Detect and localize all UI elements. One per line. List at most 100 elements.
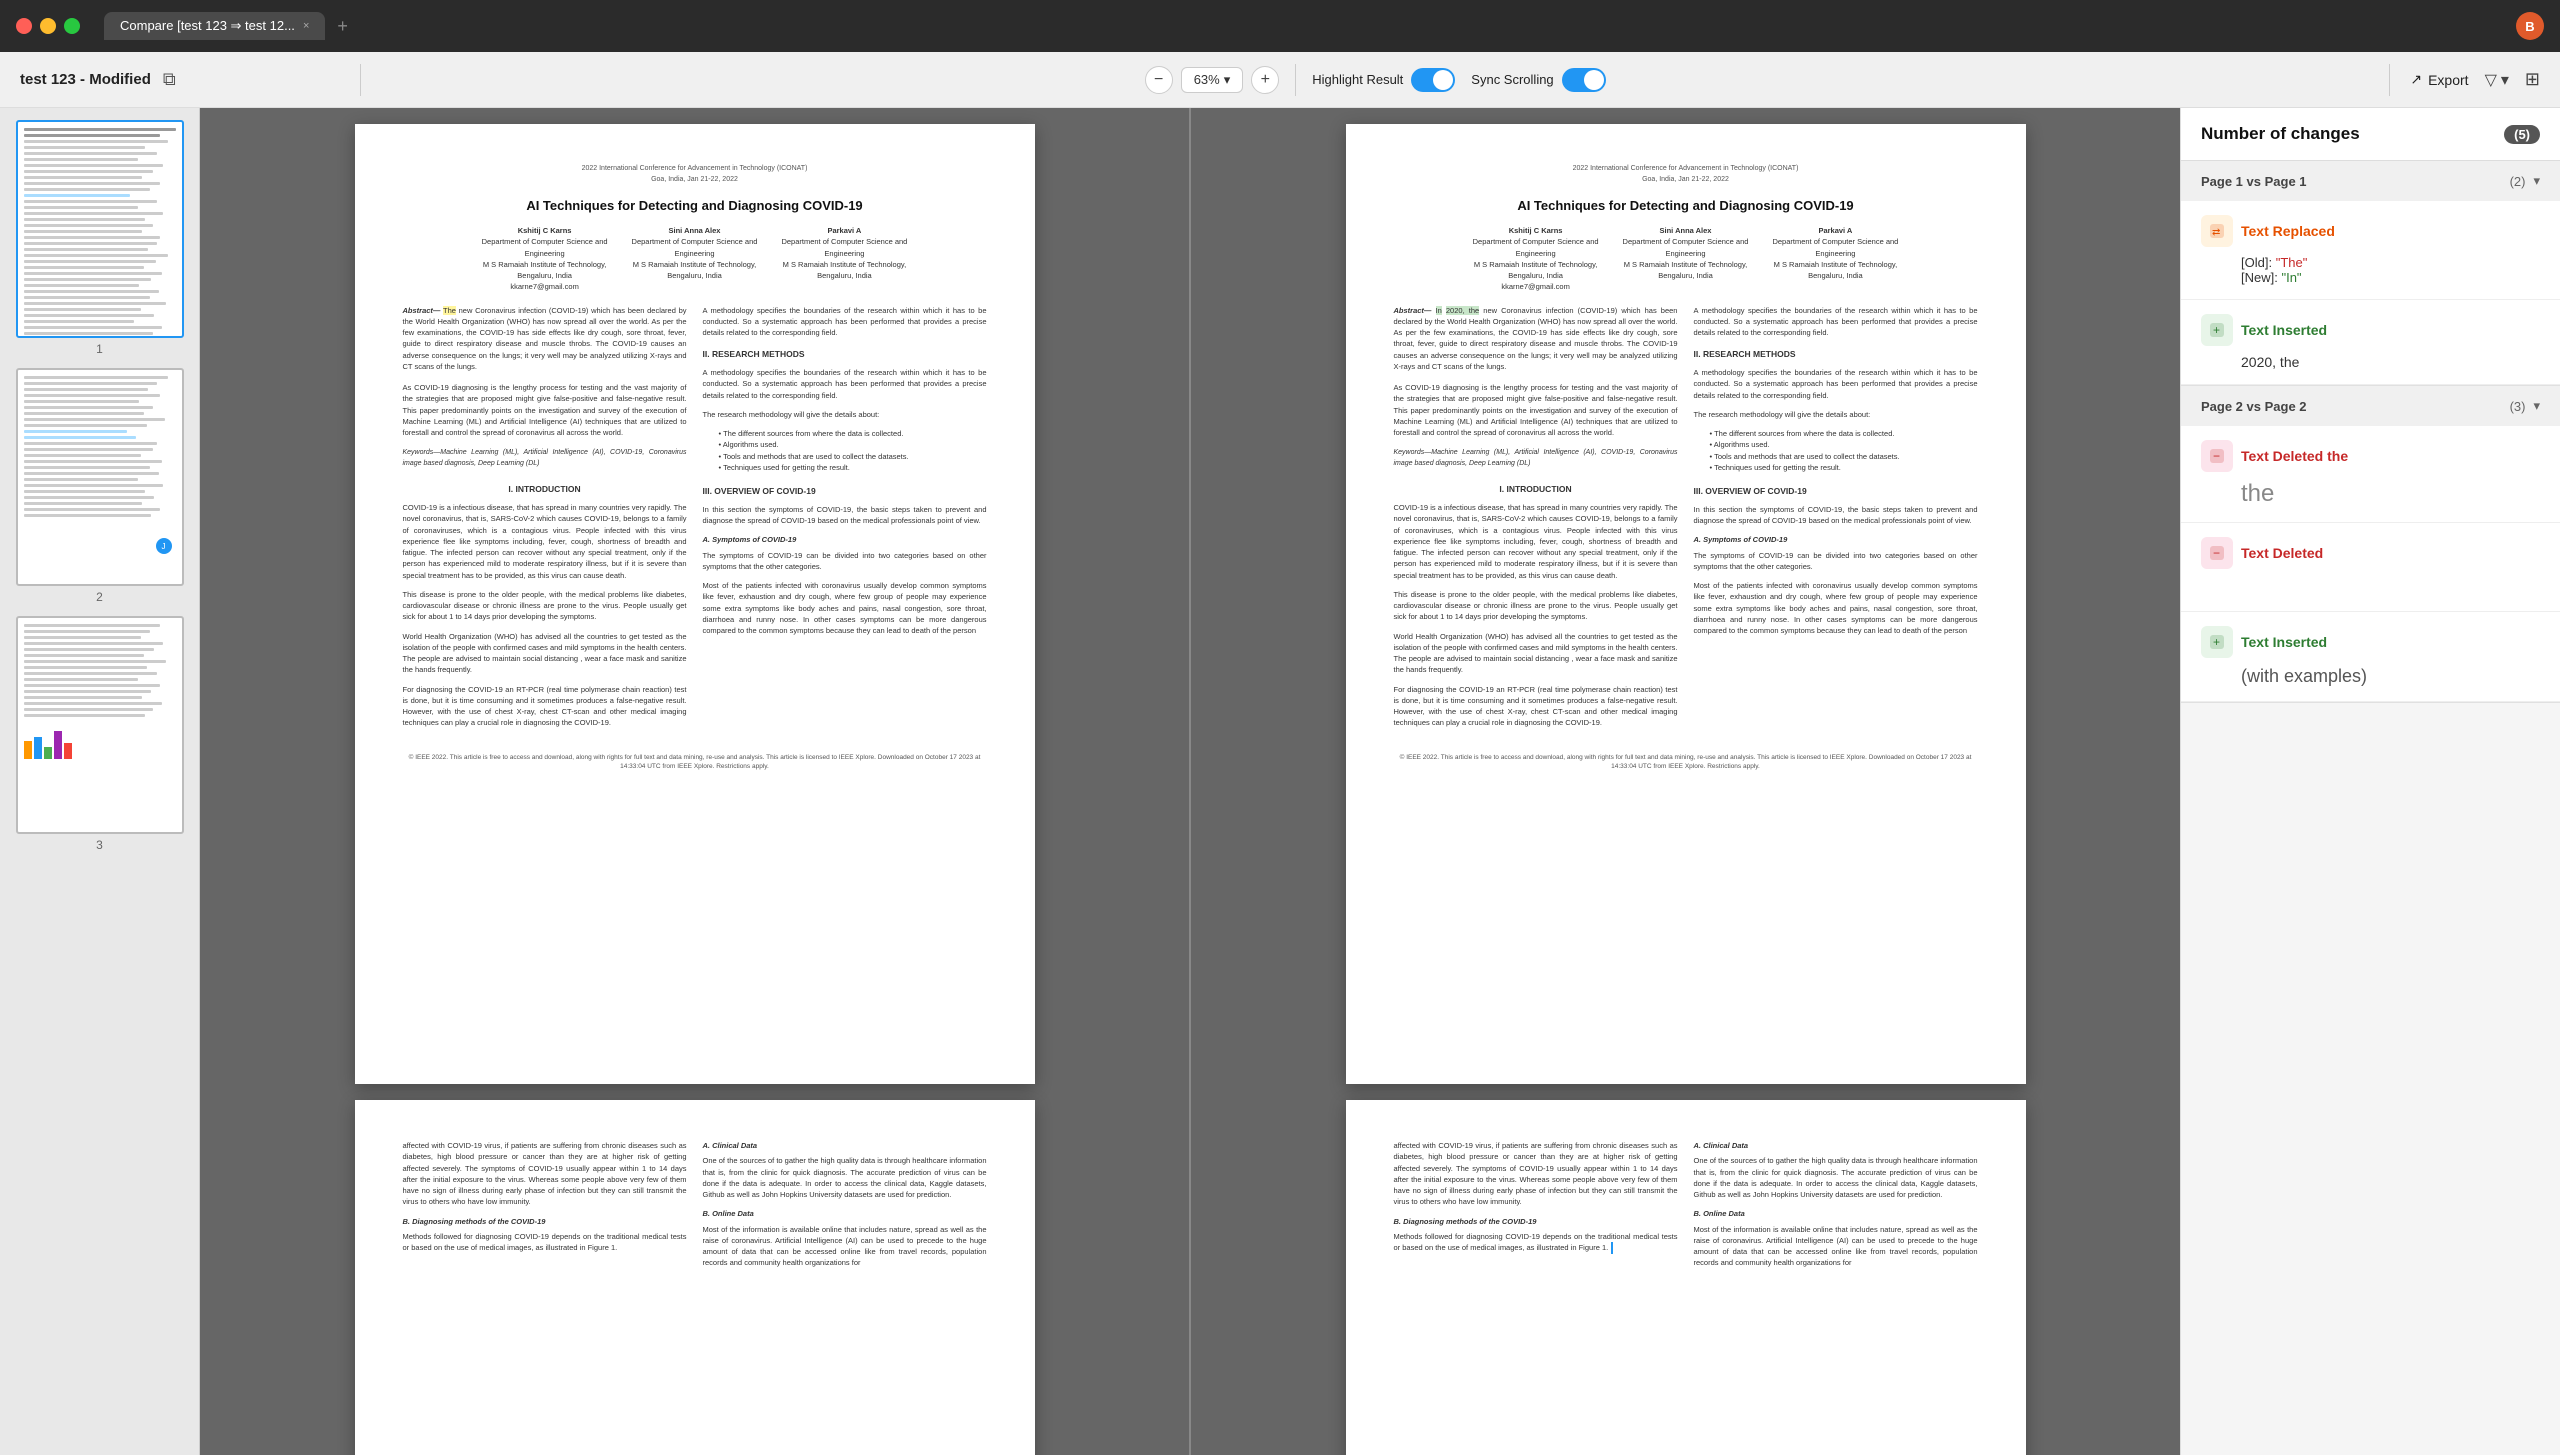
- modified-panel[interactable]: 2022 International Conference for Advanc…: [1191, 108, 2180, 1455]
- change-item-inserted-1-header: + Text Inserted: [2201, 314, 2540, 346]
- change-text-inserted-1: 2020, the: [2241, 354, 2540, 370]
- change-item-replaced-header: ⇄ Text Replaced: [2201, 215, 2540, 247]
- minimize-button[interactable]: [40, 18, 56, 34]
- sidebar: 1: [0, 108, 200, 1455]
- svg-text:+: +: [2213, 323, 2220, 337]
- chevron-icon: ▾: [2533, 173, 2540, 189]
- zoom-out-button[interactable]: −: [1145, 66, 1173, 94]
- toolbar: test 123 - Modified ⧉ − 63% ▾ + Highligh…: [0, 52, 2560, 108]
- thumb-img-3: [16, 616, 184, 834]
- deleted-icon-1: −: [2201, 440, 2233, 472]
- thumb-img-1: [16, 120, 184, 338]
- traffic-lights: [16, 18, 80, 34]
- original-panel[interactable]: 2022 International Conference for Advanc…: [200, 108, 1191, 1455]
- sync-scrolling-toggle-group: Sync Scrolling: [1471, 68, 1605, 92]
- original-copyright: © IEEE 2022. This article is free to acc…: [403, 753, 987, 773]
- change-label-inserted-2: Text Inserted: [2241, 634, 2327, 650]
- active-tab[interactable]: Compare [test 123 ⇒ test 12... ×: [104, 12, 325, 40]
- thumb-page-2[interactable]: J 2: [8, 368, 191, 604]
- original-page-1: 2022 International Conference for Advanc…: [355, 124, 1035, 1084]
- toolbar-right: ↗ Export ▽ ▾ ⊞: [2410, 69, 2540, 90]
- change-item-replaced: ⇄ Text Replaced [Old]: "The" [New]: "In": [2181, 201, 2560, 300]
- change-label-deleted-the: Text Deleted the: [2241, 448, 2348, 464]
- filter-dropdown-icon: ▾: [2501, 70, 2509, 90]
- tab-close-icon[interactable]: ×: [303, 20, 309, 32]
- original-conference: 2022 International Conference for Advanc…: [403, 164, 987, 185]
- new-tab-button[interactable]: +: [329, 12, 356, 41]
- modified-authors: Kshitij C Karns Department of Computer S…: [1394, 225, 1978, 293]
- export-button[interactable]: ↗ Export: [2410, 71, 2468, 88]
- change-item-deleted-the-header: − Text Deleted the: [2201, 440, 2540, 472]
- thumb-page-3-num: 3: [96, 838, 103, 852]
- zoom-value[interactable]: 63% ▾: [1181, 67, 1244, 93]
- modified-page-2: affected with COVID-19 virus, if patient…: [1346, 1100, 2026, 1455]
- modified-keywords: Keywords—Machine Learning (ML), Artifici…: [1394, 448, 1678, 469]
- modified-two-col: Abstract— In 2020, the new Coronavirus i…: [1394, 305, 1978, 737]
- chart-placeholder: [24, 729, 176, 759]
- highlight-result-label: Highlight Result: [1312, 72, 1403, 87]
- modified-conference: 2022 International Conference for Advanc…: [1394, 164, 1978, 185]
- right-panel-header: Number of changes (5): [2181, 108, 2560, 161]
- page-group-2-header[interactable]: Page 2 vs Page 2 (3) ▾: [2181, 386, 2560, 426]
- toolbar-center: − 63% ▾ + Highlight Result Sync Scrollin…: [381, 64, 2369, 96]
- highlight-result-toggle-group: Highlight Result: [1312, 68, 1455, 92]
- annotation-marker: J: [156, 538, 172, 554]
- filter-icon: ▽: [2485, 70, 2497, 90]
- modified-page2-content: affected with COVID-19 virus, if patient…: [1394, 1140, 1978, 1277]
- maximize-button[interactable]: [64, 18, 80, 34]
- panel-toggle-button[interactable]: ⊞: [2525, 69, 2540, 90]
- page-group-2: Page 2 vs Page 2 (3) ▾ − Text Deleted th…: [2181, 386, 2560, 703]
- svg-text:+: +: [2213, 635, 2220, 649]
- tab-label: Compare [test 123 ⇒ test 12...: [120, 18, 295, 34]
- close-button[interactable]: [16, 18, 32, 34]
- divider-2: [1295, 64, 1296, 96]
- original-page2-content: affected with COVID-19 virus, if patient…: [403, 1140, 987, 1277]
- divider-3: [2389, 64, 2390, 96]
- sync-scrolling-toggle[interactable]: [1562, 68, 1606, 92]
- page-group-1-count: (2) ▾: [2510, 173, 2540, 189]
- layers-icon[interactable]: ⧉: [163, 69, 176, 90]
- change-item-deleted: − Text Deleted: [2181, 523, 2560, 612]
- file-title: test 123 - Modified: [20, 71, 151, 88]
- zoom-dropdown-icon: ▾: [1224, 72, 1231, 88]
- deleted-icon-2: −: [2201, 537, 2233, 569]
- toolbar-left: test 123 - Modified ⧉: [20, 69, 340, 90]
- modified-copyright: © IEEE 2022. This article is free to acc…: [1394, 753, 1978, 773]
- thumb-page-1-num: 1: [96, 342, 103, 356]
- thumb-page-2-num: 2: [96, 590, 103, 604]
- change-label-deleted: Text Deleted: [2241, 545, 2323, 561]
- change-item-inserted-1: + Text Inserted 2020, the: [2181, 300, 2560, 385]
- original-doc-title: AI Techniques for Detecting and Diagnosi…: [403, 197, 987, 215]
- page-group-2-title: Page 2 vs Page 2: [2201, 399, 2307, 414]
- modified-page-1: 2022 International Conference for Advanc…: [1346, 124, 2026, 1084]
- main-layout: 1: [0, 108, 2560, 1455]
- sync-scrolling-label: Sync Scrolling: [1471, 72, 1553, 87]
- highlight-result-toggle[interactable]: [1411, 68, 1455, 92]
- page-group-2-count: (3) ▾: [2510, 398, 2540, 414]
- original-two-col: Abstract— The new Coronavirus infection …: [403, 305, 987, 737]
- page-group-1-header[interactable]: Page 1 vs Page 1 (2) ▾: [2181, 161, 2560, 201]
- change-label-inserted-1: Text Inserted: [2241, 322, 2327, 338]
- replaced-icon: ⇄: [2201, 215, 2233, 247]
- change-text-deleted: [2241, 577, 2540, 597]
- thumb-img-2: J: [16, 368, 184, 586]
- filter-button[interactable]: ▽ ▾: [2485, 70, 2509, 90]
- right-panel: Number of changes (5) Page 1 vs Page 1 (…: [2180, 108, 2560, 1455]
- inserted-icon-1: +: [2201, 314, 2233, 346]
- change-item-deleted-header: − Text Deleted: [2201, 537, 2540, 569]
- zoom-in-button[interactable]: +: [1251, 66, 1279, 94]
- right-panel-title: Number of changes: [2201, 124, 2360, 144]
- change-text-inserted-2: (with examples): [2241, 666, 2540, 687]
- zoom-controls: − 63% ▾ +: [1145, 66, 1280, 94]
- thumb-page-3[interactable]: 3: [8, 616, 191, 852]
- divider-1: [360, 64, 361, 96]
- change-detail-old: [Old]: "The": [2241, 255, 2540, 270]
- change-item-inserted-2-header: + Text Inserted: [2201, 626, 2540, 658]
- original-page-2: affected with COVID-19 virus, if patient…: [355, 1100, 1035, 1455]
- svg-text:⇄: ⇄: [2212, 227, 2220, 238]
- change-label-replaced: Text Replaced: [2241, 223, 2335, 239]
- changes-badge: (5): [2504, 125, 2540, 144]
- chevron-icon-2: ▾: [2533, 398, 2540, 414]
- thumb-page-1[interactable]: 1: [8, 120, 191, 356]
- compare-area: 2022 International Conference for Advanc…: [200, 108, 2180, 1455]
